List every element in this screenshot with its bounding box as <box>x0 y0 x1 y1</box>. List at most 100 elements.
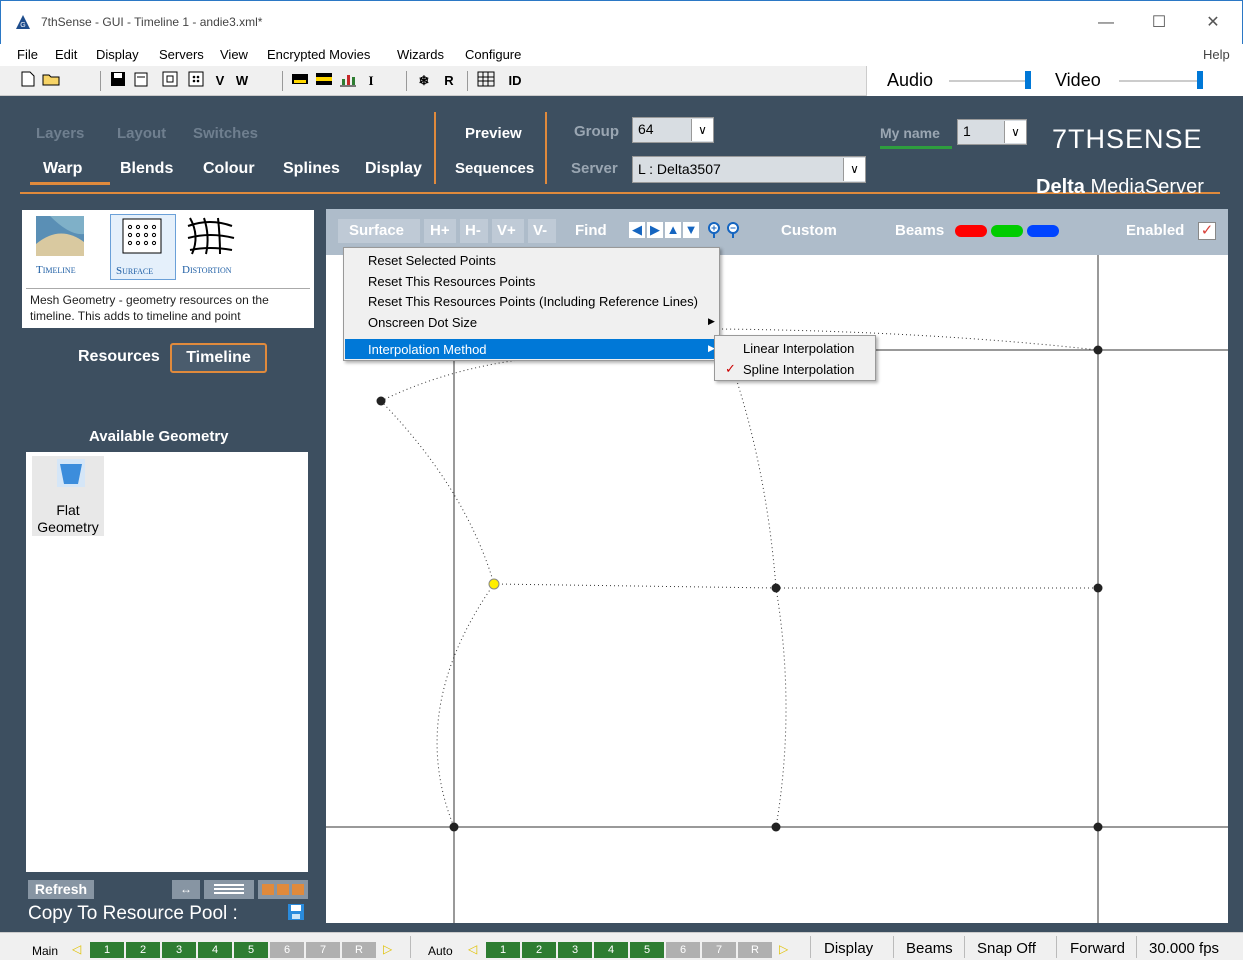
maximize-button[interactable]: ☐ <box>1144 9 1174 37</box>
auto-slot-4[interactable]: 4 <box>594 942 628 958</box>
mesh-point[interactable] <box>1093 345 1103 355</box>
main-next-icon[interactable]: ▷ <box>383 942 392 956</box>
snowflake-icon[interactable]: ❄ <box>414 71 434 91</box>
mesh-point[interactable] <box>1093 583 1103 593</box>
h-minus-button[interactable]: H- <box>465 222 481 239</box>
menu-view[interactable]: View <box>220 47 248 62</box>
auto-slot-5[interactable]: 5 <box>630 942 664 958</box>
tab-colour[interactable]: Colour <box>203 160 255 178</box>
main-slot-7[interactable]: 7 <box>306 942 340 958</box>
menu-configure[interactable]: Configure <box>465 47 521 62</box>
menu-servers[interactable]: Servers <box>159 47 204 62</box>
zoom-out-icon[interactable] <box>725 222 741 238</box>
menu-item-interpolation[interactable]: Interpolation Method ▶ <box>345 339 718 359</box>
refresh-button[interactable]: Refresh <box>28 880 94 899</box>
video-slider-thumb[interactable] <box>1197 71 1203 89</box>
fit-icon[interactable] <box>160 71 180 91</box>
menu-item-reset-selected[interactable]: Reset Selected Points <box>368 253 496 268</box>
main-slot-6[interactable]: 6 <box>270 942 304 958</box>
custom-button[interactable]: Custom <box>781 222 837 239</box>
expand-horizontal-icon[interactable]: ↔ <box>172 880 200 899</box>
main-slot-4[interactable]: 4 <box>198 942 232 958</box>
list-item[interactable]: Flat Geometry <box>32 456 104 536</box>
v-plus-button[interactable]: V+ <box>497 222 516 239</box>
display-status[interactable]: Display <box>824 940 873 957</box>
grid-icon[interactable] <box>186 71 206 91</box>
chevron-down-icon[interactable]: ∨ <box>843 158 865 181</box>
myname-select[interactable]: 1 ∨ <box>957 119 1027 145</box>
new-file-icon[interactable] <box>20 71 36 91</box>
auto-next-icon[interactable]: ▷ <box>779 942 788 956</box>
selected-mesh-point[interactable] <box>488 578 500 590</box>
tab-switches[interactable]: Switches <box>193 125 258 142</box>
r-button[interactable]: R <box>440 71 458 91</box>
tab-blends[interactable]: Blends <box>120 160 173 178</box>
blue-beam-toggle[interactable] <box>1027 225 1059 237</box>
chevron-down-icon[interactable]: ∨ <box>691 119 713 141</box>
menu-wizards[interactable]: Wizards <box>397 47 444 62</box>
i-button[interactable]: I <box>364 71 378 91</box>
auto-slot-3[interactable]: 3 <box>558 942 592 958</box>
menu-file[interactable]: File <box>17 47 38 62</box>
arrow-left-icon[interactable]: ◀ <box>629 222 645 238</box>
tab-splines[interactable]: Splines <box>283 160 340 178</box>
menu-item-spline[interactable]: Spline Interpolation <box>743 362 854 377</box>
arrow-right-icon[interactable]: ▶ <box>647 222 663 238</box>
minimize-button[interactable]: — <box>1091 9 1121 37</box>
menu-item-reset-resource-ref[interactable]: Reset This Resources Points (Including R… <box>368 294 698 309</box>
mesh-point[interactable] <box>1093 822 1103 832</box>
tab-layers[interactable]: Layers <box>36 125 84 142</box>
close-button[interactable]: ✕ <box>1198 9 1228 37</box>
main-slot-r[interactable]: R <box>342 942 376 958</box>
h-plus-button[interactable]: H+ <box>430 222 450 239</box>
chevron-down-icon[interactable]: ∨ <box>1004 121 1026 143</box>
v-button[interactable]: V <box>211 71 229 91</box>
auto-slot-2[interactable]: 2 <box>522 942 556 958</box>
id-button[interactable]: ID <box>502 71 528 91</box>
menu-help[interactable]: Help <box>1203 47 1230 62</box>
main-slot-5[interactable]: 5 <box>234 942 268 958</box>
main-prev-icon[interactable]: ◁ <box>72 942 81 956</box>
menu-encrypted-movies[interactable]: Encrypted Movies <box>267 47 370 62</box>
audio-slider-thumb[interactable] <box>1025 71 1031 89</box>
tab-sequences[interactable]: Sequences <box>455 160 534 177</box>
menu-display[interactable]: Display <box>96 47 139 62</box>
arrow-up-icon[interactable]: ▲ <box>665 222 681 238</box>
find-button[interactable]: Find <box>575 222 607 239</box>
auto-slot-6[interactable]: 6 <box>666 942 700 958</box>
mesh-point[interactable] <box>449 822 459 832</box>
main-slot-2[interactable]: 2 <box>126 942 160 958</box>
properties-icon[interactable] <box>132 71 152 91</box>
server-select[interactable]: L : Delta3507 ∨ <box>632 156 866 183</box>
green-beam-toggle[interactable] <box>991 225 1023 237</box>
distortion-mode-button[interactable]: Distortion <box>180 214 252 280</box>
timeline-bar-icon[interactable] <box>290 71 310 91</box>
menu-item-dot-size[interactable]: Onscreen Dot Size <box>368 315 477 330</box>
tab-layout[interactable]: Layout <box>117 125 166 142</box>
v-minus-button[interactable]: V- <box>533 222 547 239</box>
auto-slot-r[interactable]: R <box>738 942 772 958</box>
mesh-point[interactable] <box>376 396 386 406</box>
table-icon[interactable] <box>476 71 496 91</box>
menu-item-reset-resource[interactable]: Reset This Resources Points <box>368 274 535 289</box>
tab-preview[interactable]: Preview <box>465 125 522 142</box>
arrow-down-icon[interactable]: ▼ <box>683 222 699 238</box>
snap-status[interactable]: Snap Off <box>977 940 1036 957</box>
timeline-button[interactable]: Timeline <box>170 343 267 373</box>
menu-item-linear[interactable]: Linear Interpolation <box>743 341 854 356</box>
auto-prev-icon[interactable]: ◁ <box>468 942 477 956</box>
main-slot-3[interactable]: 3 <box>162 942 196 958</box>
auto-slot-1[interactable]: 1 <box>486 942 520 958</box>
forward-status[interactable]: Forward <box>1070 940 1125 957</box>
tab-display[interactable]: Display <box>365 160 422 178</box>
enabled-checkbox[interactable]: ✓ <box>1198 222 1216 240</box>
surface-mode-button[interactable]: Surface <box>110 214 176 280</box>
beams-status[interactable]: Beams <box>906 940 953 957</box>
timeline-mode-button[interactable]: Timeline <box>30 214 96 280</box>
open-folder-icon[interactable] <box>40 71 64 91</box>
chart-icon[interactable] <box>338 71 358 91</box>
main-slot-1[interactable]: 1 <box>90 942 124 958</box>
save-icon[interactable] <box>287 903 305 921</box>
mesh-point[interactable] <box>771 583 781 593</box>
video-slider-track[interactable] <box>1119 80 1199 82</box>
